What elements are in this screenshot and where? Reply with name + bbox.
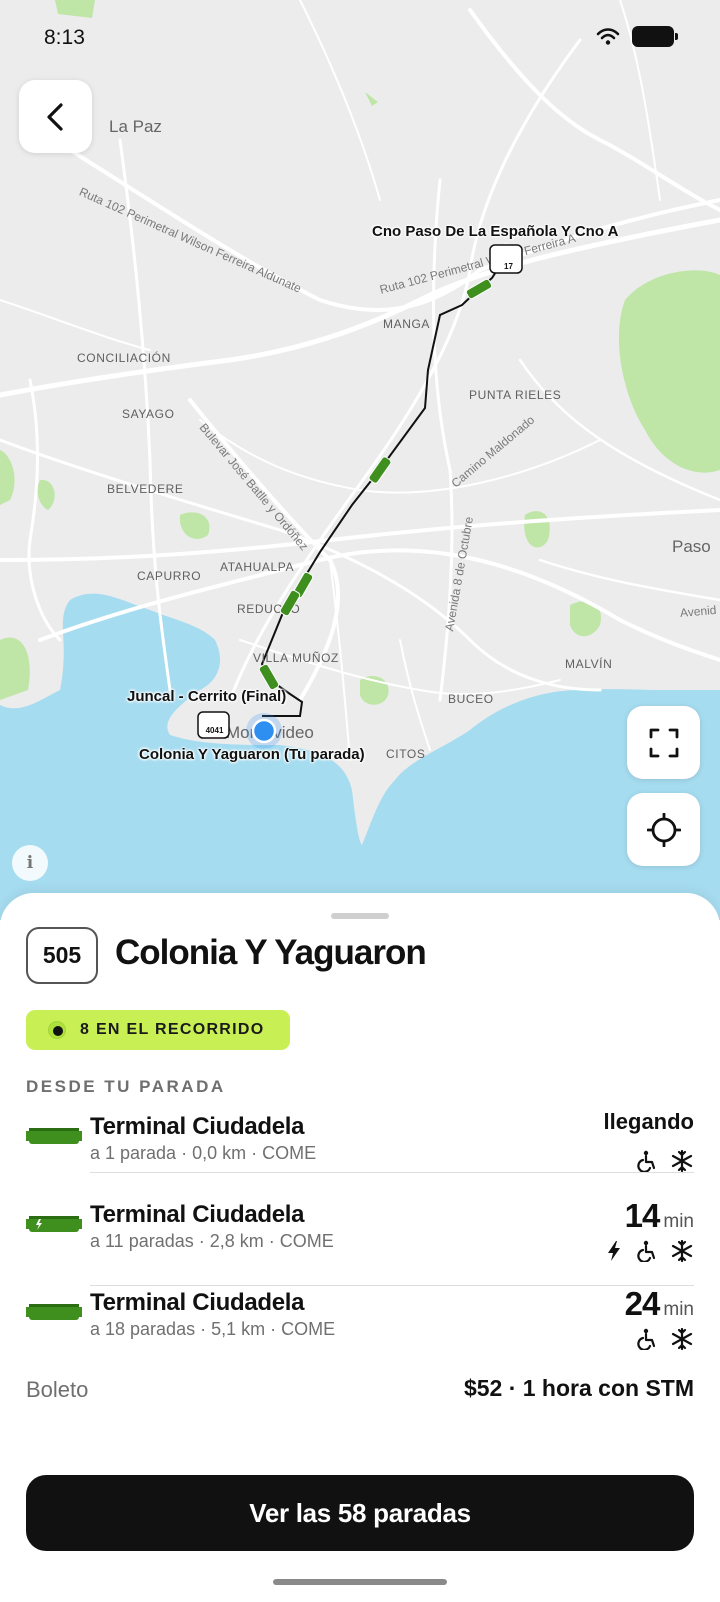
crosshair-icon [646,812,681,847]
expand-icon [649,728,678,757]
map-stop-mine-label: Colonia Y Yaguaron (Tu parada) [139,746,365,763]
arrival-destination: Terminal Ciudadela [90,1289,305,1316]
row-divider [90,1172,694,1173]
user-location-dot [251,718,277,744]
eta-arriving-label: llegando [603,1109,694,1134]
sheet-grabber[interactable] [331,913,389,919]
stop-title: Colonia Y Yaguaron [115,933,427,972]
section-title: DESDE TU PARADA [26,1077,226,1096]
eta-unit: min [663,1211,694,1232]
arrival-features [636,1149,694,1173]
arrival-features [636,1327,694,1351]
bus-icon [26,1304,82,1320]
battery-icon [632,26,678,47]
stop-code-end: 17 [504,262,513,271]
live-buses-badge[interactable]: 8 EN EL RECORRIDO [26,1010,290,1050]
wheelchair-icon [636,1149,660,1173]
arrival-item[interactable]: Terminal Ciudadela a 11 paradas · 2,8 km… [26,1187,694,1275]
wifi-icon [596,27,620,45]
status-icons [596,26,678,47]
eta-minutes: 24 [624,1285,661,1322]
air-conditioning-icon [670,1149,694,1173]
bus-marker [368,456,392,484]
live-indicator-icon [48,1021,66,1039]
my-location-button[interactable] [627,793,700,866]
eta-unit: min [663,1299,694,1320]
stop-code-start: 4041 [205,726,224,735]
ticket-price: $52 · 1 hora con STM [463,1375,694,1401]
route-map[interactable]: La Paz CONCILIACIÓN SAYAGO BELVEDERE CAP… [0,0,720,920]
buses-layer [197,243,523,749]
bus-marker [258,663,280,691]
live-buses-label: 8 EN EL RECORRIDO [80,1021,265,1038]
route-sheet: 505 Colonia Y Yaguaron 8 EN EL RECORRIDO… [0,893,720,1602]
arrival-item[interactable]: Terminal Ciudadela a 18 paradas · 5,1 km… [26,1275,694,1363]
air-conditioning-icon [670,1327,694,1351]
bus-icon [26,1128,82,1144]
view-all-stops-button[interactable]: Ver las 58 paradas [26,1475,694,1551]
arrival-eta: 24 min [625,1285,694,1323]
home-indicator[interactable] [273,1579,447,1585]
chevron-left-icon [46,102,63,131]
arrival-meta: a 18 paradas · 5,1 km · COME [90,1319,336,1339]
info-icon: i [26,853,34,873]
arrival-eta: llegando [604,1109,694,1135]
arrival-destination: Terminal Ciudadela [90,1201,305,1228]
map-info-button[interactable]: i [12,845,48,881]
back-button[interactable] [19,80,92,153]
map-stop-final-label: Juncal - Cerrito (Final) [127,688,287,705]
status-time: 8:13 [44,26,85,49]
fit-route-button[interactable] [627,706,700,779]
bus-marker [465,278,493,300]
arrival-destination: Terminal Ciudadela [90,1113,305,1140]
arrival-eta: 14 min [625,1197,694,1235]
air-conditioning-icon [670,1239,694,1263]
ticket-label: Boleto [26,1377,89,1402]
electric-bus-icon [26,1216,82,1232]
bus-marker [279,589,301,617]
arrival-features [602,1239,694,1263]
arrival-item[interactable]: Terminal Ciudadela a 1 parada · 0,0 km ·… [26,1099,694,1187]
electric-bolt-icon [602,1239,626,1263]
eta-minutes: 14 [624,1197,661,1234]
wheelchair-icon [636,1239,660,1263]
route-number-badge: 505 [26,927,98,984]
map-stop-end-label: Cno Paso De La Española Y Cno A [372,223,619,240]
wheelchair-icon [636,1327,660,1351]
arrival-meta: a 1 parada · 0,0 km · COME [90,1143,317,1163]
arrival-meta: a 11 paradas · 2,8 km · COME [90,1231,334,1251]
